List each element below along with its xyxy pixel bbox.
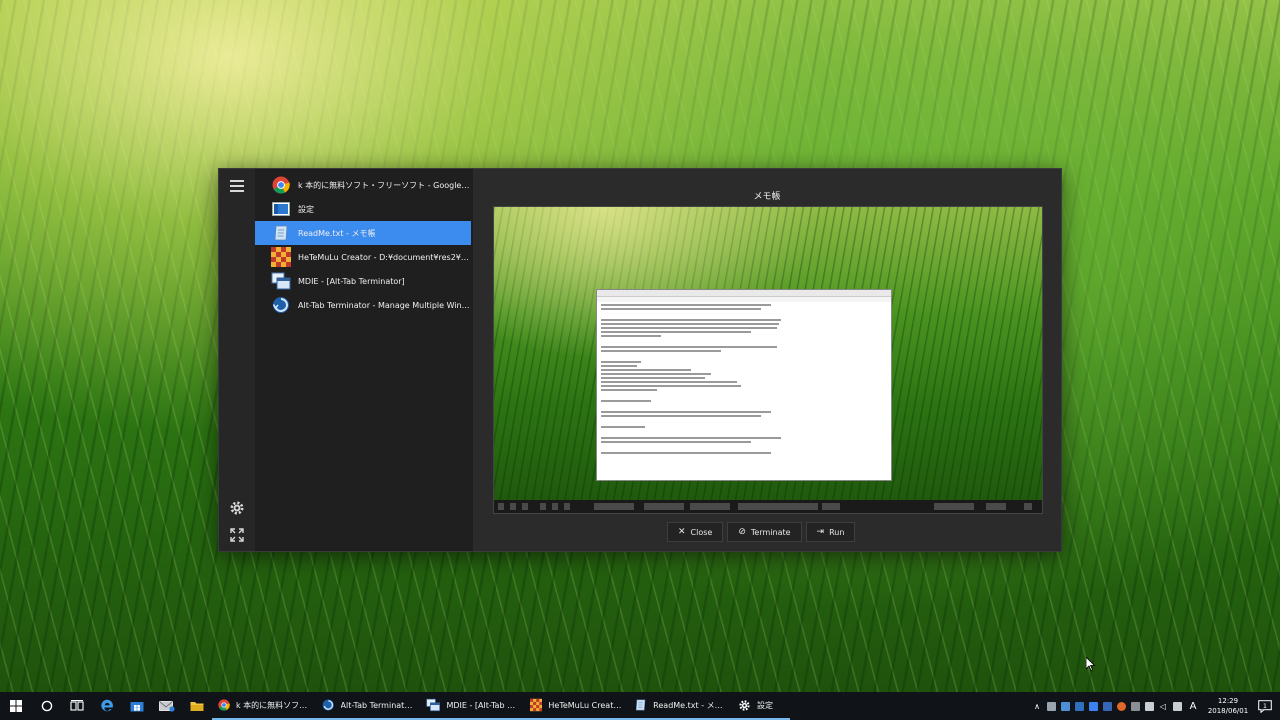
preview-title: メモ帳	[753, 192, 781, 202]
mdie-icon	[271, 271, 291, 291]
close-window-button[interactable]: ✕ Close	[667, 522, 724, 542]
network-icon[interactable]	[1142, 692, 1156, 720]
taskbar-task-label: HeTeMuLu Creator ...	[548, 700, 622, 710]
tray-app-icon[interactable]	[1114, 692, 1128, 720]
terminate-button-label: Terminate	[750, 527, 791, 537]
settings-app-icon	[271, 199, 291, 219]
mdie-icon	[426, 698, 441, 712]
chrome-icon	[218, 699, 230, 711]
terminate-icon: ⊘	[738, 527, 746, 537]
mouse-cursor-icon	[1085, 656, 1096, 672]
clock-time: 12:29	[1217, 697, 1239, 705]
tray-app-icon[interactable]	[1128, 692, 1142, 720]
task-label: k 本的に無料ソフト・フリーソフト - Google Chrome	[298, 180, 471, 190]
gear-icon	[739, 699, 750, 711]
taskbar-task-label: 設定	[757, 700, 773, 710]
task-item-settings[interactable]: 設定	[255, 197, 471, 221]
taskbar-task-notepad[interactable]: ReadMe.txt - メモ帳	[628, 692, 732, 720]
taskbar-task-label: Alt-Tab Terminator ...	[340, 700, 414, 710]
close-icon: ✕	[678, 527, 686, 537]
notepad-icon	[271, 223, 291, 243]
run-button-label: Run	[829, 527, 845, 537]
hetemulu-icon	[530, 698, 543, 712]
task-item-chrome[interactable]: k 本的に無料ソフト・フリーソフト - Google Chrome	[255, 173, 471, 197]
task-item-mdie[interactable]: MDIE - [Alt-Tab Terminator]	[255, 269, 471, 293]
terminate-button[interactable]: ⊘ Terminate	[727, 522, 802, 542]
taskbar-task-chrome[interactable]: k 本的に無料ソフト・...	[212, 692, 316, 720]
notepad-icon	[635, 699, 646, 711]
tray-app-icon[interactable]	[1072, 692, 1086, 720]
tray-app-icon[interactable]	[1044, 692, 1058, 720]
clock-date: 2018/06/01	[1207, 707, 1249, 715]
chrome-icon	[271, 175, 291, 195]
task-label: MDIE - [Alt-Tab Terminator]	[298, 276, 405, 286]
svg-text:1: 1	[1263, 702, 1267, 710]
run-icon: ⇥	[816, 527, 825, 537]
tray-app-icon[interactable]	[1086, 692, 1100, 720]
settings-gear-icon[interactable]	[228, 499, 246, 517]
action-center-icon[interactable]: 1	[1250, 692, 1280, 720]
system-tray: ∧ ◁ A 12:29 2018/06/01 1	[1030, 692, 1280, 720]
start-button-windows-icon[interactable]	[0, 692, 32, 720]
ime-indicator[interactable]: A	[1184, 692, 1202, 720]
taskbar-task-mdie[interactable]: MDIE - [Alt-Tab Ter...	[420, 692, 524, 720]
taskbar-task-alt-tab-terminator[interactable]: Alt-Tab Terminator ...	[316, 692, 420, 720]
run-button[interactable]: ⇥ Run	[805, 522, 856, 542]
tray-app-icon[interactable]	[1170, 692, 1184, 720]
store-icon[interactable]	[122, 692, 152, 720]
task-label: HeTeMuLu Creator - D:¥document¥res2¥www.…	[298, 252, 471, 262]
task-view-icon[interactable]	[62, 692, 92, 720]
notepad-preview-window	[596, 289, 892, 481]
preview-pane: メモ帳 ✕ Close ⊘ Terminate ⇥ Run	[473, 169, 1061, 551]
alt-tab-terminator-icon	[322, 699, 334, 711]
task-item-hetemulu[interactable]: HeTeMuLu Creator - D:¥document¥res2¥www.…	[255, 245, 471, 269]
window-preview-thumbnail[interactable]	[493, 206, 1043, 514]
task-label: 設定	[298, 204, 314, 214]
tray-app-icon[interactable]	[1100, 692, 1114, 720]
cortana-search-icon[interactable]	[32, 692, 62, 720]
task-switcher-window: k 本的に無料ソフト・フリーソフト - Google Chrome 設定 Rea…	[218, 168, 1062, 552]
alt-tab-terminator-icon	[271, 295, 291, 315]
windows-taskbar: k 本的に無料ソフト・... Alt-Tab Terminator ... MD…	[0, 692, 1280, 720]
show-hidden-icons-chevron-icon[interactable]: ∧	[1030, 692, 1044, 720]
task-item-notepad[interactable]: ReadMe.txt - メモ帳	[255, 221, 471, 245]
action-bar: ✕ Close ⊘ Terminate ⇥ Run	[667, 522, 856, 542]
task-label: Alt-Tab Terminator - Manage Multiple Win…	[298, 300, 471, 310]
file-explorer-icon[interactable]	[182, 692, 212, 720]
tray-app-icon[interactable]	[1058, 692, 1072, 720]
close-button-label: Close	[690, 527, 713, 537]
taskbar-task-settings[interactable]: 設定	[732, 692, 790, 720]
switcher-side-rail	[219, 169, 255, 551]
taskbar-task-label: k 本的に無料ソフト・...	[235, 700, 310, 710]
menu-hamburger-icon[interactable]	[230, 180, 244, 192]
taskbar-task-hetemulu[interactable]: HeTeMuLu Creator ...	[524, 692, 628, 720]
preview-mini-taskbar	[494, 500, 1042, 513]
volume-icon[interactable]: ◁	[1156, 692, 1170, 720]
task-label: ReadMe.txt - メモ帳	[298, 228, 376, 238]
mail-icon[interactable]	[152, 692, 182, 720]
edge-browser-icon[interactable]	[92, 692, 122, 720]
hetemulu-icon	[271, 247, 291, 267]
task-item-alt-tab-terminator[interactable]: Alt-Tab Terminator - Manage Multiple Win…	[255, 293, 471, 317]
clock[interactable]: 12:29 2018/06/01	[1206, 696, 1250, 716]
taskbar-task-label: ReadMe.txt - メモ帳	[653, 700, 726, 710]
task-list: k 本的に無料ソフト・フリーソフト - Google Chrome 設定 Rea…	[255, 169, 473, 551]
taskbar-task-label: MDIE - [Alt-Tab Ter...	[446, 700, 518, 710]
fullscreen-expand-icon[interactable]	[228, 526, 246, 544]
